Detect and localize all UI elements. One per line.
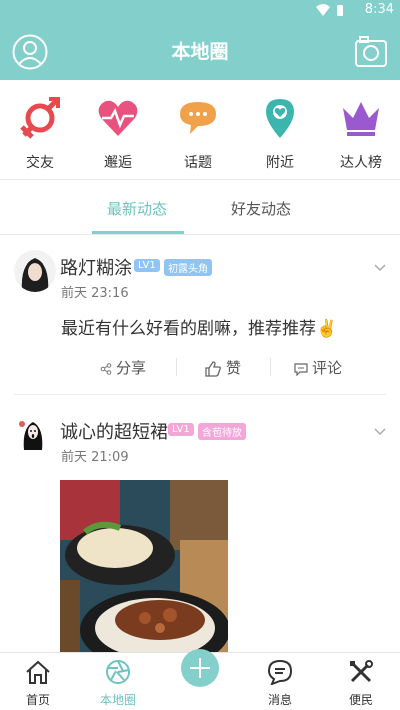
category-nearby[interactable]: 附近 <box>240 96 320 172</box>
category-label: 话题 <box>184 155 212 171</box>
add-post-button[interactable] <box>181 649 219 687</box>
nav-local-circle[interactable]: 本地圈 <box>88 659 148 708</box>
tab-latest[interactable]: 最新动态 <box>107 198 167 219</box>
comment-icon <box>294 362 308 376</box>
feed-tabs: 最新动态 好友动态 <box>0 181 400 235</box>
category-encounter[interactable]: 邂逅 <box>78 96 158 172</box>
chevron-down-icon[interactable] <box>374 428 386 436</box>
like-label: 赞 <box>226 359 242 377</box>
nav-label: 本地圈 <box>99 693 136 707</box>
chevron-down-icon[interactable] <box>374 264 386 272</box>
category-row: 交友 邂逅 话题 附近 达人榜 <box>0 80 400 180</box>
share-label: 分享 <box>116 359 147 377</box>
crown-icon <box>343 102 379 136</box>
category-label: 附近 <box>266 155 294 171</box>
comment-button[interactable]: 评论 <box>294 357 342 378</box>
chat-bubble-icon <box>180 102 216 134</box>
post-text: 最近有什么好看的剧嘛，推荐推荐✌️ <box>61 319 338 339</box>
username[interactable]: 路灯糊涂 <box>60 254 132 280</box>
rank-tag-badge: 初露头角 <box>164 259 212 276</box>
gender-icon <box>20 97 60 139</box>
wifi-battery-icon <box>316 4 343 16</box>
category-topics[interactable]: 话题 <box>158 96 238 172</box>
tab-friends[interactable]: 好友动态 <box>231 198 291 219</box>
heartbeat-icon <box>98 100 138 136</box>
action-divider <box>176 358 177 376</box>
post-photo[interactable] <box>60 480 228 652</box>
tools-icon <box>350 660 373 683</box>
message-icon <box>267 659 293 685</box>
aperture-icon <box>106 660 130 684</box>
nav-home[interactable]: 首页 <box>8 659 68 708</box>
category-leaderboard[interactable]: 达人榜 <box>321 96 400 172</box>
bottom-navigation: 首页 本地圈 消息 便民 <box>0 649 400 710</box>
post-card[interactable]: 路灯糊涂 LV1 初露头角 前天 23:16 最近有什么好看的剧嘛，推荐推荐✌️… <box>0 236 400 396</box>
category-label: 邂逅 <box>104 155 132 171</box>
status-time: 8:34 <box>364 2 394 17</box>
like-button[interactable]: 赞 <box>204 357 241 378</box>
action-divider <box>270 358 271 376</box>
post-time: 前天 23:16 <box>61 286 129 301</box>
nav-services[interactable]: 便民 <box>331 659 391 708</box>
category-make-friends[interactable]: 交友 <box>0 96 80 172</box>
header: 本地圈 <box>0 20 400 80</box>
plus-icon <box>190 658 210 678</box>
share-button[interactable]: 分享 <box>100 357 146 378</box>
username[interactable]: 诚心的超短裙 <box>60 418 168 444</box>
avatar[interactable] <box>16 416 50 450</box>
post-card[interactable]: 诚心的超短裙 LV1 含苞待放 前天 21:09 <box>0 400 400 652</box>
nav-label: 消息 <box>267 693 292 707</box>
share-icon <box>100 362 112 375</box>
location-pin-icon <box>266 99 294 138</box>
tab-indicator <box>92 231 184 234</box>
rank-tag-badge: 含苞待放 <box>198 423 246 440</box>
page-title: 本地圈 <box>171 41 229 63</box>
post-actions: 分享 赞 评论 <box>0 354 400 384</box>
status-bar: 8:34 <box>0 0 400 20</box>
category-label: 达人榜 <box>340 155 382 171</box>
category-label: 交友 <box>26 155 54 171</box>
nav-label: 便民 <box>348 693 373 707</box>
level-badge: LV1 <box>168 423 194 436</box>
nav-label: 首页 <box>25 693 50 707</box>
top-app-bar: 8:34 本地圈 <box>0 0 400 80</box>
post-time: 前天 21:09 <box>61 450 129 465</box>
comment-label: 评论 <box>312 359 343 377</box>
level-badge: LV1 <box>134 259 160 272</box>
camera-icon[interactable] <box>354 34 388 68</box>
post-divider <box>14 394 386 395</box>
home-icon <box>26 660 50 684</box>
nav-messages[interactable]: 消息 <box>250 659 310 708</box>
thumbs-up-icon <box>205 360 221 377</box>
avatar[interactable] <box>14 250 56 292</box>
